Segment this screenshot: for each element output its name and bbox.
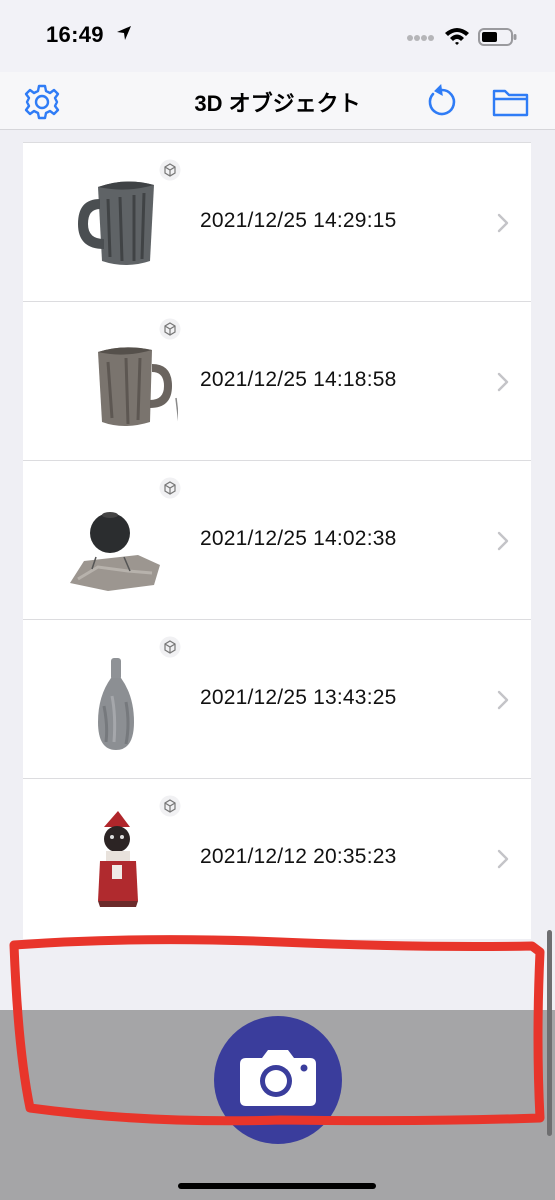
chevron-right-icon [497,690,509,710]
santa-figure-thumbnail [98,811,138,907]
object-date: 2021/12/25 14:18:58 [200,368,397,391]
list-item[interactable]: 2021/12/25 13:43:25 [23,619,531,778]
folder-button[interactable] [490,82,530,122]
location-arrow-icon [116,25,132,46]
battery-icon [478,27,518,52]
object-list: 2021/12/25 14:29:15 2021/12/25 14:18:58 [23,142,531,939]
mug-grey-thumbnail [98,347,178,426]
status-bar: 16:49 [0,0,555,72]
wifi-icon [444,26,470,51]
chevron-right-icon [497,849,509,869]
chevron-right-icon [497,531,509,551]
camera-button[interactable] [214,1016,342,1144]
navigation-bar: 3D オブジェクト [0,72,555,130]
3d-object-badge-icon [159,159,181,181]
list-item[interactable]: 2021/12/25 14:18:58 [23,301,531,460]
chevron-right-icon [497,372,509,392]
folder-icon [492,89,529,117]
cellular-signal-icon [406,31,434,49]
3d-object-badge-icon [159,477,181,499]
chevron-right-icon [497,213,509,233]
scroll-indicator[interactable] [547,930,552,1136]
mug-dark-thumbnail [78,181,154,265]
refresh-button[interactable] [420,82,460,122]
status-time: 16:49 [46,22,104,47]
object-date: 2021/12/12 20:35:23 [200,845,397,868]
round-pot-thumbnail [70,512,160,591]
bottle-vase-thumbnail [98,658,134,750]
object-date: 2021/12/25 13:43:25 [200,686,397,709]
home-indicator[interactable] [178,1183,376,1189]
refresh-icon [428,84,456,116]
list-item[interactable]: 2021/12/25 14:29:15 [23,142,531,301]
object-date: 2021/12/25 14:29:15 [200,209,397,232]
list-item[interactable]: 2021/12/12 20:35:23 [23,778,531,937]
3d-object-badge-icon [159,636,181,658]
list-item[interactable]: 2021/12/25 14:02:38 [23,460,531,619]
camera-icon [240,1050,316,1106]
page-title: 3D オブジェクト [194,91,361,116]
3d-object-badge-icon [159,318,181,340]
3d-object-badge-icon [159,795,181,817]
object-date: 2021/12/25 14:02:38 [200,527,397,550]
